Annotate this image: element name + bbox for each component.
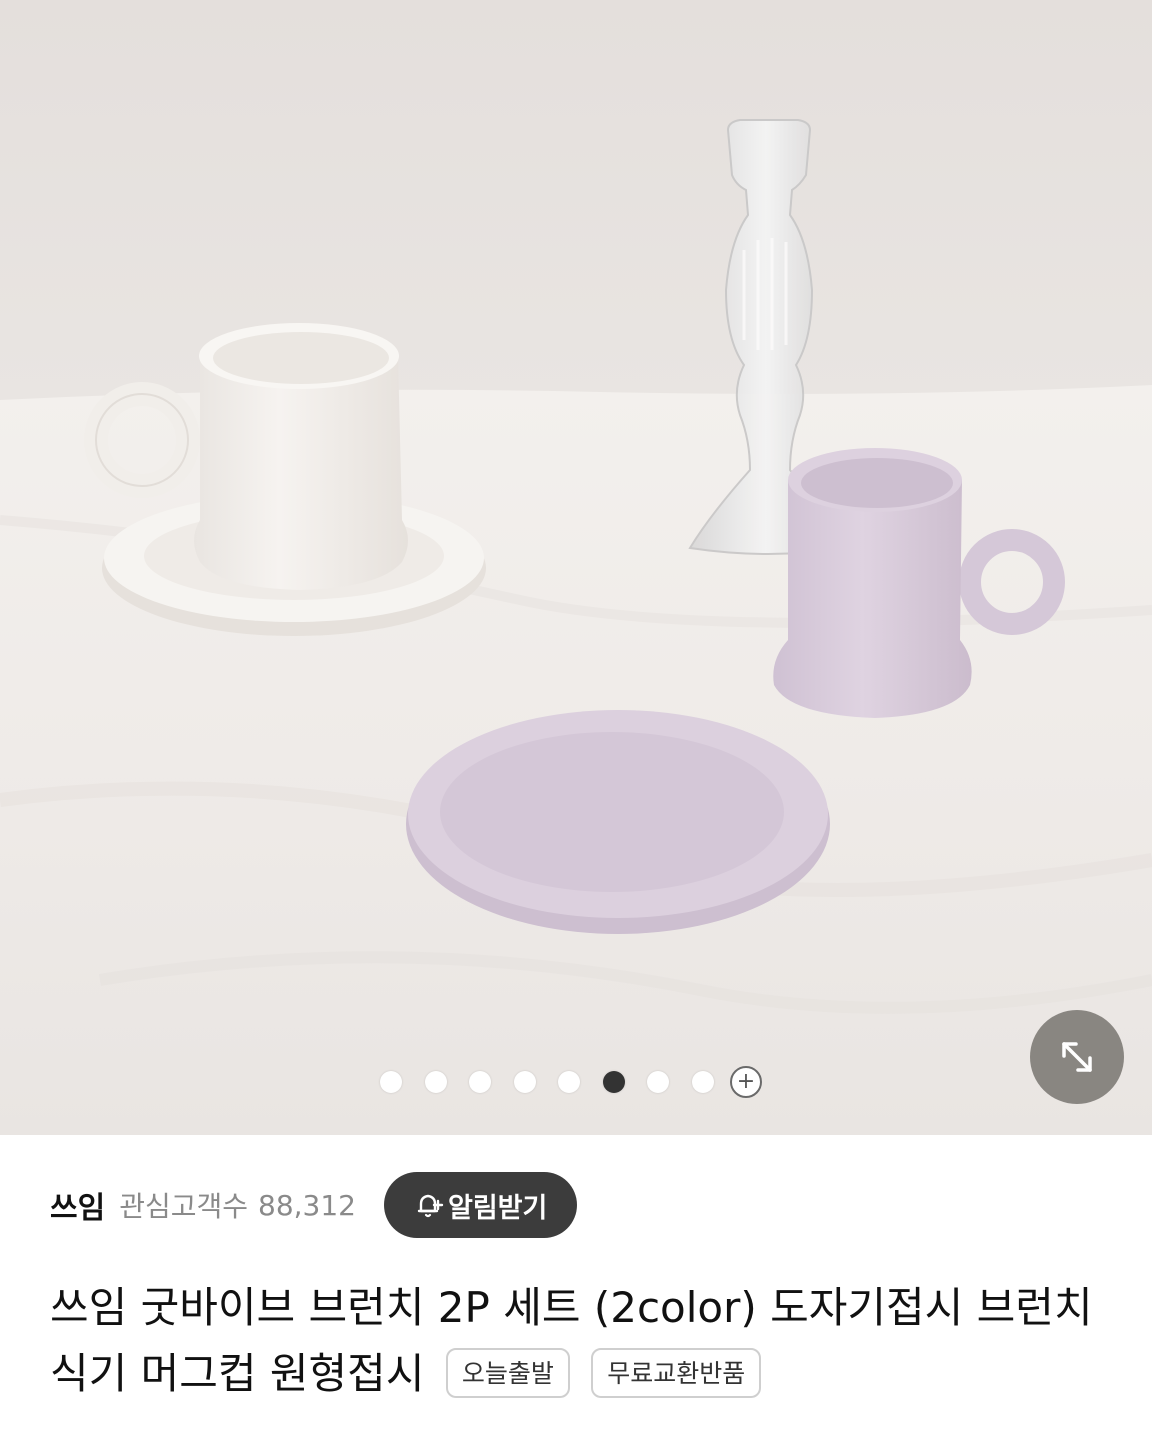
store-info-row: 쓰임 관심고객수 88,312 알림받기 <box>50 1172 578 1238</box>
tag-same-day-shipping: 오늘출발 <box>445 1347 570 1398</box>
gallery-pagination: + <box>380 1066 762 1098</box>
gallery-dot[interactable] <box>558 1071 580 1093</box>
gallery-dot[interactable] <box>647 1071 669 1093</box>
gallery-more-button[interactable]: + <box>730 1066 762 1098</box>
product-photo <box>0 0 1152 1135</box>
store-name-link[interactable]: 쓰임 <box>50 1183 105 1227</box>
expand-arrows-icon <box>1062 1042 1092 1072</box>
product-image-gallery[interactable]: + <box>0 0 1152 1135</box>
gallery-dot[interactable] <box>513 1071 536 1093</box>
expand-button[interactable] <box>1030 1010 1124 1104</box>
product-title-block: 쓰임 굿바이브 브런치 2P 세트 (2color) 도자기접시 브런치식기 머… <box>50 1275 1120 1407</box>
gallery-dot[interactable] <box>424 1071 447 1093</box>
alarm-subscribe-button[interactable]: 알림받기 <box>384 1172 578 1238</box>
gallery-dot[interactable] <box>602 1071 625 1093</box>
gallery-dot[interactable] <box>691 1071 714 1093</box>
alarm-button-label: 알림받기 <box>448 1192 548 1224</box>
gallery-dot[interactable] <box>380 1071 402 1093</box>
tag-free-return: 무료교환반품 <box>591 1347 762 1398</box>
gallery-dot[interactable] <box>469 1071 491 1093</box>
fans-label: 관심고객수 <box>119 1190 249 1223</box>
product-title: 쓰임 굿바이브 브런치 2P 세트 (2color) 도자기접시 브런치식기 머… <box>50 1283 1093 1398</box>
bell-plus-icon <box>417 1194 444 1218</box>
fans-count: 88,312 <box>258 1188 356 1222</box>
